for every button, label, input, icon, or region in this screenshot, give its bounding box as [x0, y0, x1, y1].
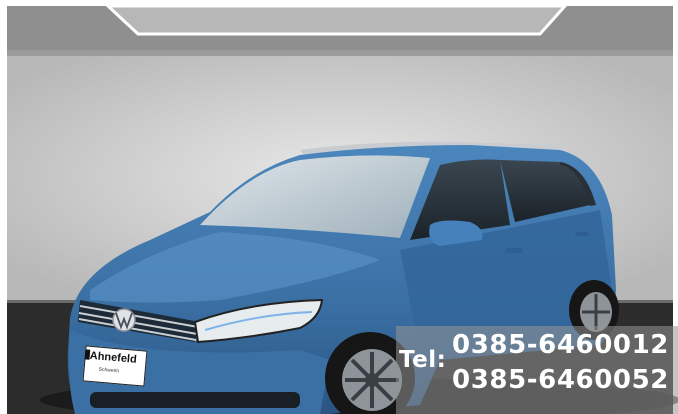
phone-number-2[interactable]: 0385-6460052 [452, 365, 669, 395]
dealer-plate: Ahnefeld Schwerin [82, 345, 148, 387]
phone-number-1[interactable]: 0385-6460012 [452, 330, 669, 360]
car-photo: Ahnefeld Schwerin Tel: 0385-6460012 0385… [0, 0, 678, 414]
ceiling-light [104, 4, 569, 36]
lower-grille [90, 392, 300, 408]
dealer-subtitle: Schwerin [98, 366, 120, 375]
tel-label: Tel: [399, 347, 447, 373]
dealer-name: Ahnefeld [89, 349, 138, 366]
